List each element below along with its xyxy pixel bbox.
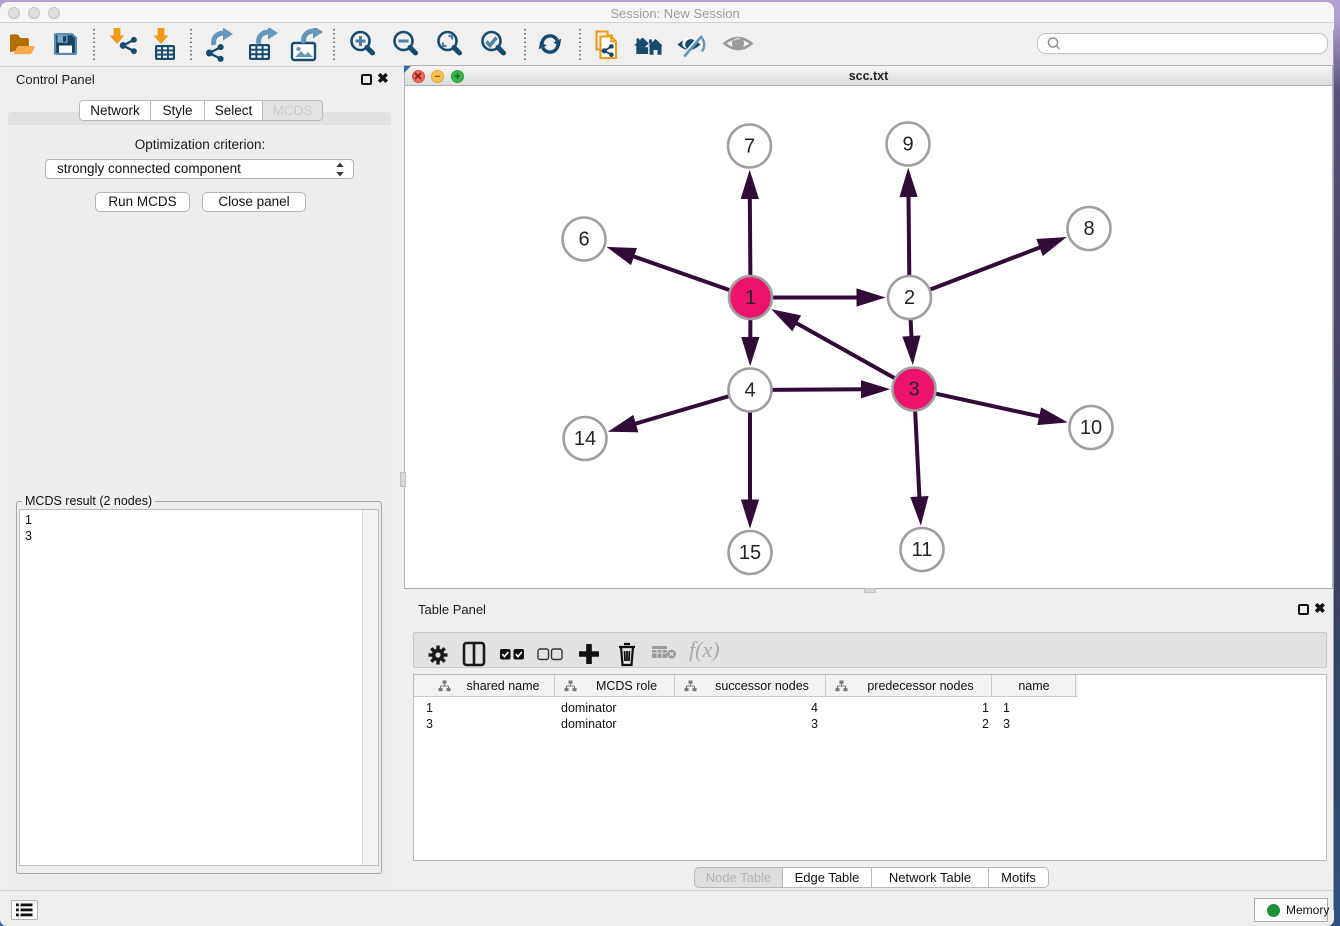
svg-text:11: 11: [912, 539, 933, 561]
svg-text:9: 9: [902, 134, 913, 156]
svg-text:1: 1: [745, 287, 756, 309]
svg-text:8: 8: [1083, 218, 1094, 240]
svg-text:6: 6: [578, 229, 589, 251]
svg-text:15: 15: [739, 542, 761, 564]
svg-text:7: 7: [744, 136, 755, 158]
svg-text:10: 10: [1080, 417, 1102, 439]
svg-text:2: 2: [904, 287, 915, 309]
svg-text:3: 3: [908, 379, 919, 401]
svg-text:4: 4: [744, 380, 755, 402]
svg-text:14: 14: [574, 428, 596, 450]
